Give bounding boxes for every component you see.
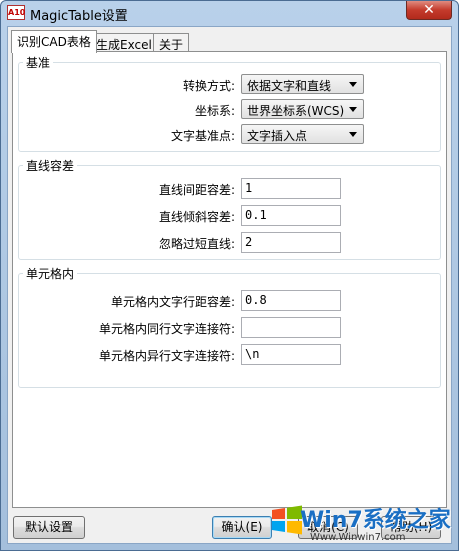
line-tilt-tolerance-input[interactable]: 0.1	[241, 205, 341, 226]
ignore-short-lines-input[interactable]: 2	[241, 232, 341, 253]
dialog-client-area: 识别CAD表格 生成Excel 关于 基准 转换方式: 依据文字和直线 坐标系:…	[7, 26, 452, 544]
tab-about[interactable]: 关于	[153, 33, 190, 52]
watermark: Win7系统之家 Www.Winwin7.com	[270, 500, 458, 550]
close-button[interactable]: ✕	[406, 1, 452, 20]
group-baseline: 基准 转换方式: 依据文字和直线 坐标系: 世界坐标系(WCS) 文字基准点: …	[18, 54, 441, 152]
convert-mode-label: 转换方式:	[182, 79, 235, 93]
text-base-point-select[interactable]: 文字插入点	[241, 124, 364, 144]
same-row-joiner-input[interactable]	[241, 317, 341, 338]
tab-page-recognize-cad: 基准 转换方式: 依据文字和直线 坐标系: 世界坐标系(WCS) 文字基准点: …	[12, 51, 447, 508]
ignore-short-lines-label: 忽略过短直线:	[158, 237, 235, 251]
text-base-point-label: 文字基准点:	[170, 129, 235, 143]
coord-system-value: 世界坐标系(WCS)	[247, 104, 345, 118]
window-title: MagicTable设置	[30, 9, 128, 24]
app-icon: A10	[7, 5, 25, 20]
watermark-brand: Win7系统之家	[300, 508, 451, 533]
group-line-tolerance: 直线容差 直线间距容差: 1 直线倾斜容差: 0.1 忽略过短直线: 2	[18, 157, 441, 260]
group-line-tolerance-title: 直线容差	[23, 157, 78, 174]
ok-button[interactable]: 确认(E)	[212, 516, 272, 539]
convert-mode-value: 依据文字和直线	[247, 79, 332, 93]
cell-row-spacing-input[interactable]: 0.8	[241, 290, 341, 311]
line-tilt-tolerance-label: 直线倾斜容差:	[158, 210, 235, 224]
tab-generate-excel[interactable]: 生成Excel	[90, 33, 158, 52]
group-cell-title: 单元格内	[23, 265, 78, 282]
line-spacing-tolerance-input[interactable]: 1	[241, 178, 341, 199]
cell-row-spacing-label: 单元格内文字行距容差:	[110, 295, 235, 309]
default-settings-button[interactable]: 默认设置	[13, 516, 85, 539]
watermark-url: Www.Winwin7.com	[310, 532, 406, 543]
coord-system-label: 坐标系:	[194, 104, 235, 118]
chevron-down-icon	[349, 132, 357, 137]
same-row-joiner-label: 单元格内同行文字连接符:	[98, 322, 235, 336]
coord-system-select[interactable]: 世界坐标系(WCS)	[241, 99, 364, 119]
windows-logo-icon	[272, 505, 302, 535]
line-spacing-tolerance-label: 直线间距容差:	[158, 183, 235, 197]
convert-mode-select[interactable]: 依据文字和直线	[241, 74, 364, 94]
diff-row-joiner-input[interactable]: \n	[241, 344, 341, 365]
text-base-point-value: 文字插入点	[247, 129, 308, 143]
title-bar[interactable]: A10 MagicTable设置 ✕	[1, 1, 458, 25]
chevron-down-icon	[349, 107, 357, 112]
tab-recognize-cad[interactable]: 识别CAD表格	[11, 30, 97, 53]
group-baseline-title: 基准	[23, 54, 54, 71]
chevron-down-icon	[349, 82, 357, 87]
group-cell: 单元格内 单元格内文字行距容差: 0.8 单元格内同行文字连接符: 单元格内异行…	[18, 265, 441, 388]
settings-dialog: A10 MagicTable设置 ✕ 识别CAD表格 生成Excel 关于 基准…	[0, 0, 459, 551]
diff-row-joiner-label: 单元格内异行文字连接符:	[98, 349, 235, 363]
